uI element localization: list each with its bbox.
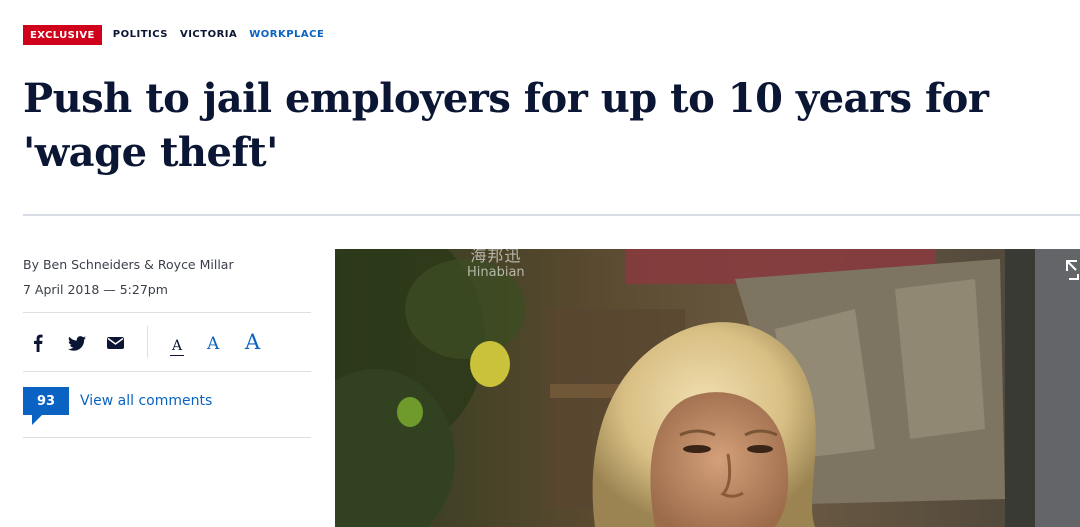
email-icon[interactable] [105, 333, 125, 353]
facebook-icon[interactable] [28, 333, 48, 353]
comments-row: 93 View all comments [23, 371, 311, 438]
expand-icon[interactable] [1066, 259, 1080, 281]
tag-victoria[interactable]: VICTORIA [180, 25, 237, 45]
view-all-comments-link[interactable]: View all comments [80, 393, 212, 409]
byline: By Ben Schneiders & Royce Millar 7 April… [23, 252, 234, 302]
headline-divider [23, 214, 1080, 216]
tag-bar: EXCLUSIVE POLITICS VICTORIA WORKPLACE [23, 25, 336, 45]
twitter-icon[interactable] [67, 333, 87, 353]
tag-politics[interactable]: POLITICS [113, 25, 168, 45]
photo-watermark: 海邦迅 Hinabian [467, 249, 525, 281]
comment-count-badge[interactable]: 93 [23, 387, 69, 425]
font-size-small-button[interactable]: A [170, 339, 185, 356]
share-separator [147, 326, 148, 358]
share-toolbar: A A A [23, 312, 311, 372]
tag-workplace[interactable]: WORKPLACE [249, 25, 324, 45]
watermark-en: Hinabian [467, 265, 525, 280]
photo-illustration [335, 249, 1080, 527]
article-headline: Push to jail employers for up to 10 year… [23, 75, 989, 176]
article-photo[interactable]: 海邦迅 Hinabian [335, 249, 1080, 527]
byline-authors: By Ben Schneiders & Royce Millar [23, 257, 234, 272]
exclusive-badge: EXCLUSIVE [23, 25, 102, 45]
font-size-medium-button[interactable]: A [207, 336, 219, 353]
watermark-cn: 海邦迅 [470, 249, 522, 265]
font-size-large-button[interactable]: A [245, 332, 260, 353]
byline-date: 7 April 2018 — 5:27pm [23, 282, 168, 297]
